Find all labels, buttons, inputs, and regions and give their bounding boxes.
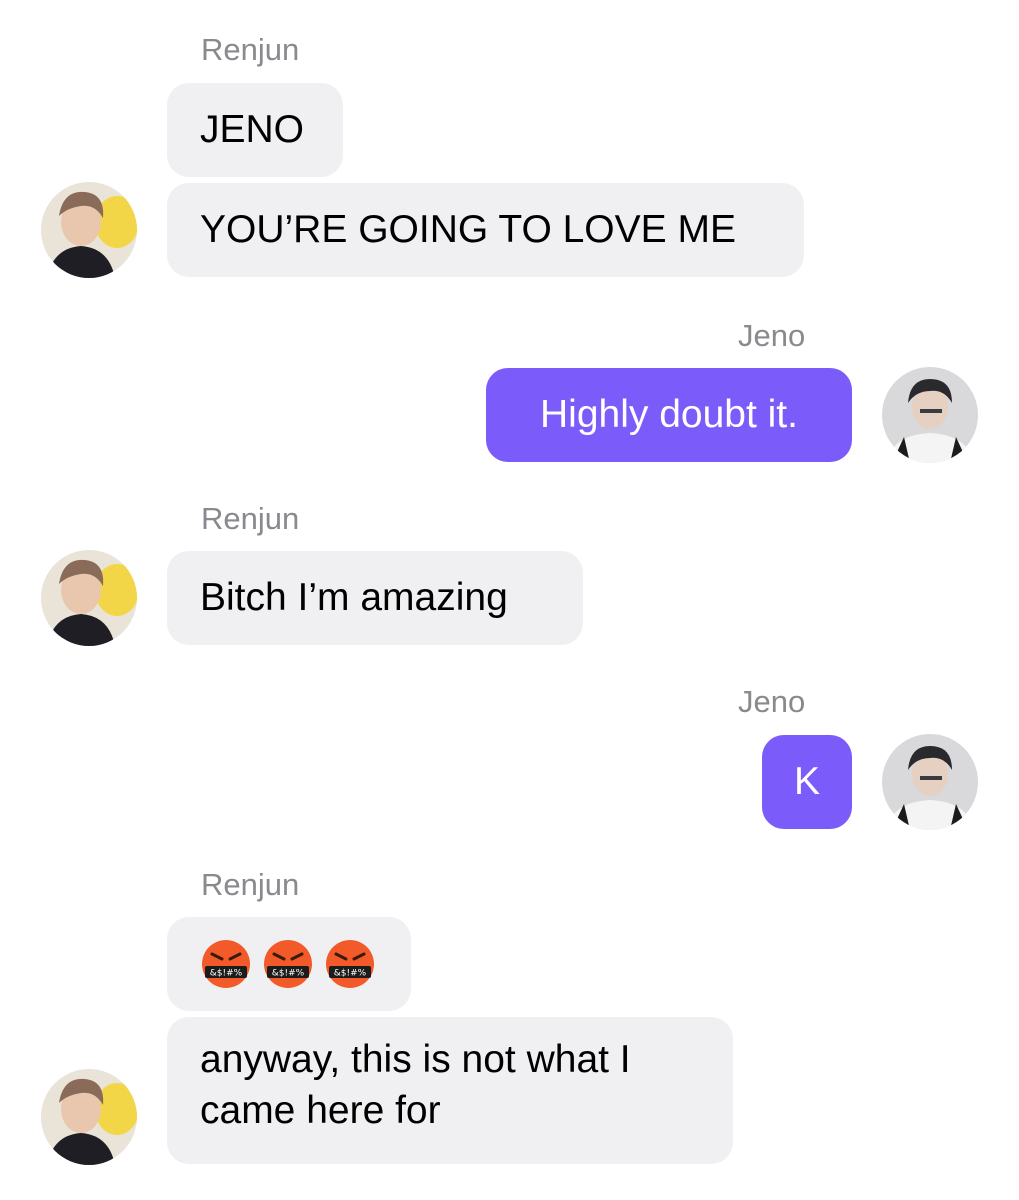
avatar-photo-renjun [41,550,137,646]
avatar-photo-renjun [41,182,137,278]
cursing-face-emoji-icon: &$!#% [202,940,250,988]
avatar-photo-jeno [882,734,978,830]
message-text: anyway, this is not what I came here for [200,1038,631,1133]
avatar-renjun[interactable] [41,550,137,646]
avatar-renjun[interactable] [41,1069,137,1165]
message-bubble-received[interactable]: anyway, this is not what I came here for [167,1017,733,1164]
message-bubble-received[interactable]: &$!#% &$!#% &$!#% [167,917,411,1011]
cursing-face-emoji-icon: &$!#% [326,940,374,988]
avatar-jeno[interactable] [882,367,978,463]
sender-name-renjun: Renjun [201,867,300,902]
avatar-renjun[interactable] [41,182,137,278]
emoji-row: &$!#% &$!#% &$!#% [200,938,376,990]
message-bubble-received[interactable]: Bitch I’m amazing [167,551,583,645]
svg-text:&$!#%: &$!#% [272,969,305,979]
svg-text:&$!#%: &$!#% [210,969,243,979]
sender-name-renjun: Renjun [201,501,300,536]
message-text: Bitch I’m amazing [200,575,508,619]
message-text: Highly doubt it. [540,392,798,436]
message-text: JENO [200,107,305,151]
avatar-photo-jeno [882,367,978,463]
message-bubble-sent[interactable]: K [762,735,852,829]
message-text: YOU’RE GOING TO LOVE ME [200,207,737,251]
message-bubble-sent[interactable]: Highly doubt it. [486,368,852,462]
message-bubble-received[interactable]: YOU’RE GOING TO LOVE ME [167,183,804,277]
sender-name-jeno: Jeno [738,684,806,719]
sender-name-jeno: Jeno [738,318,806,353]
cursing-face-emoji-icon: &$!#% [264,940,312,988]
message-bubble-received[interactable]: JENO [167,83,343,177]
sender-name-renjun: Renjun [201,32,300,67]
avatar-photo-renjun [41,1069,137,1165]
avatar-jeno[interactable] [882,734,978,830]
svg-text:&$!#%: &$!#% [334,969,367,979]
message-text: K [793,759,820,803]
